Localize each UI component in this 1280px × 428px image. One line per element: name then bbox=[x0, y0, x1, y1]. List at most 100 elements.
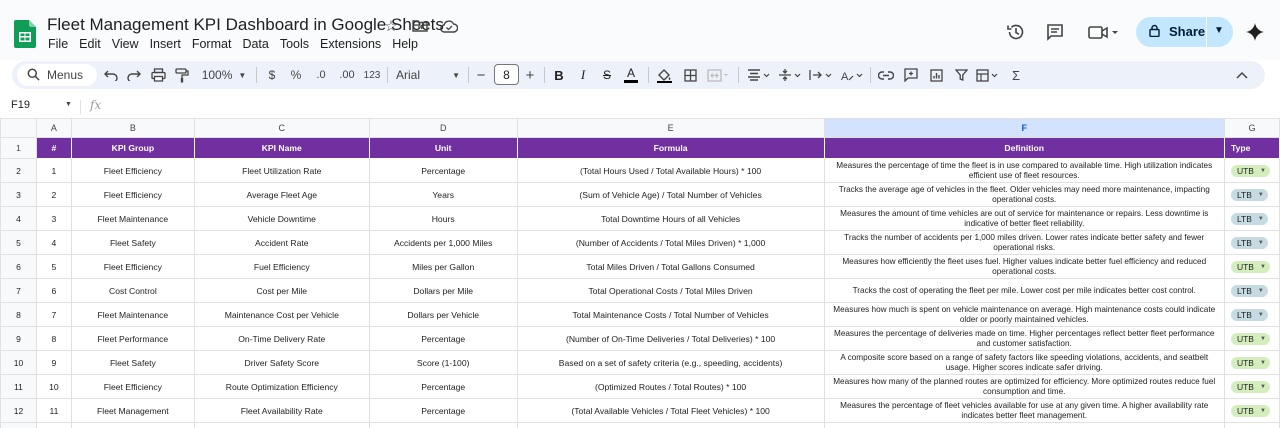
empty-cell[interactable] bbox=[35, 422, 72, 428]
menu-help[interactable]: Help bbox=[392, 37, 418, 51]
decrease-font-size-button[interactable]: − bbox=[475, 66, 487, 84]
cell-number[interactable]: 3 bbox=[35, 206, 72, 231]
zoom-select[interactable]: 100% ▼ bbox=[200, 66, 248, 84]
cell-unit[interactable]: Accidents per 1,000 Miles bbox=[368, 230, 518, 255]
currency-format-button[interactable]: $ bbox=[265, 66, 279, 84]
cell-kpi-name[interactable]: Fleet Availability Rate bbox=[193, 398, 370, 423]
cell-unit[interactable]: Percentage bbox=[368, 398, 518, 423]
row-header[interactable]: 9 bbox=[0, 326, 37, 351]
cell-definition[interactable]: Measures the percentage of fleet vehicle… bbox=[823, 398, 1225, 423]
cell-type[interactable]: UTB ▼ bbox=[1223, 158, 1280, 183]
row-header[interactable]: 3 bbox=[0, 182, 37, 207]
paint-format-icon[interactable] bbox=[173, 66, 191, 84]
cell-type[interactable]: UTB ▼ bbox=[1223, 374, 1280, 399]
cell-type[interactable]: UTB ▼ bbox=[1223, 326, 1280, 351]
redo-icon[interactable] bbox=[125, 66, 143, 84]
cell-unit[interactable]: Dollars per Mile bbox=[368, 278, 518, 303]
row-header[interactable]: 6 bbox=[0, 254, 37, 279]
name-box-dropdown-icon[interactable]: ▼ bbox=[65, 101, 72, 108]
cell-type[interactable]: UTB ▼ bbox=[1223, 398, 1280, 423]
text-wrapping-icon[interactable] bbox=[808, 66, 834, 84]
header-cell-unit[interactable]: Unit bbox=[368, 137, 518, 159]
header-cell-number[interactable]: # bbox=[35, 137, 72, 159]
text-color-icon[interactable]: A bbox=[624, 66, 638, 84]
cell-kpi-group[interactable]: Fleet Efficiency bbox=[70, 254, 195, 279]
menu-view[interactable]: View bbox=[112, 37, 139, 51]
name-box[interactable]: F19 bbox=[11, 99, 30, 111]
column-header-b[interactable]: B bbox=[70, 118, 195, 138]
insert-comment-icon[interactable] bbox=[902, 66, 920, 84]
cell-kpi-name[interactable]: Accident Rate bbox=[193, 230, 370, 255]
row-header[interactable]: 5 bbox=[0, 230, 37, 255]
cell-kpi-name[interactable]: Vehicle Downtime bbox=[193, 206, 370, 231]
cell-definition[interactable]: Tracks the cost of operating the fleet p… bbox=[823, 278, 1225, 303]
cell-number[interactable]: 10 bbox=[35, 374, 72, 399]
row-header[interactable]: 8 bbox=[0, 302, 37, 327]
cell-kpi-name[interactable]: On-Time Delivery Rate bbox=[193, 326, 370, 351]
font-family-select[interactable]: Arial ▼ bbox=[396, 66, 460, 84]
empty-cell[interactable] bbox=[823, 422, 1225, 428]
menus-search[interactable]: Menus bbox=[17, 64, 97, 86]
cell-unit[interactable]: Miles per Gallon bbox=[368, 254, 518, 279]
column-header-d[interactable]: D bbox=[368, 118, 518, 138]
empty-cell[interactable] bbox=[193, 422, 370, 428]
cell-number[interactable]: 8 bbox=[35, 326, 72, 351]
cloud-status-icon[interactable] bbox=[440, 17, 458, 35]
header-cell-formula[interactable]: Formula bbox=[516, 137, 825, 159]
comments-icon[interactable] bbox=[1043, 20, 1067, 44]
share-button[interactable]: Share ▼ bbox=[1136, 17, 1233, 47]
cell-number[interactable]: 5 bbox=[35, 254, 72, 279]
increase-decimal-button[interactable]: .00 bbox=[338, 66, 356, 84]
percent-format-button[interactable]: % bbox=[289, 66, 303, 84]
merge-cells-icon[interactable] bbox=[706, 66, 730, 84]
cell-number[interactable]: 4 bbox=[35, 230, 72, 255]
cell-number[interactable]: 7 bbox=[35, 302, 72, 327]
row-header[interactable]: 2 bbox=[0, 158, 37, 183]
cell-formula[interactable]: Total Miles Driven / Total Gallons Consu… bbox=[516, 254, 825, 279]
text-rotation-icon[interactable]: A bbox=[839, 66, 865, 84]
cell-kpi-name[interactable]: Maintenance Cost per Vehicle bbox=[193, 302, 370, 327]
sheets-logo-icon[interactable] bbox=[14, 20, 36, 48]
cell-number[interactable]: 9 bbox=[35, 350, 72, 375]
cell-kpi-name[interactable]: Route Optimization Efficiency bbox=[193, 374, 370, 399]
type-dropdown-chip[interactable]: LTB ▼ bbox=[1230, 188, 1268, 201]
cell-definition[interactable]: Tracks the number of accidents per 1,000… bbox=[823, 230, 1225, 255]
bold-icon[interactable]: B bbox=[552, 66, 566, 84]
empty-cell[interactable] bbox=[516, 422, 825, 428]
cell-kpi-group[interactable]: Fleet Maintenance bbox=[70, 302, 195, 327]
insert-chart-icon[interactable] bbox=[927, 66, 945, 84]
move-folder-icon[interactable] bbox=[411, 17, 429, 35]
type-dropdown-chip[interactable]: LTB ▼ bbox=[1230, 308, 1268, 321]
cell-number[interactable]: 11 bbox=[35, 398, 72, 423]
menu-format[interactable]: Format bbox=[192, 37, 232, 51]
strikethrough-icon[interactable]: S bbox=[600, 66, 614, 84]
cell-unit[interactable]: Hours bbox=[368, 206, 518, 231]
empty-cell[interactable] bbox=[368, 422, 518, 428]
cell-unit[interactable]: Score (1-100) bbox=[368, 350, 518, 375]
cell-unit[interactable]: Dollars per Vehicle bbox=[368, 302, 518, 327]
empty-cell[interactable] bbox=[70, 422, 195, 428]
type-dropdown-chip[interactable]: UTB ▼ bbox=[1230, 404, 1270, 417]
column-header-f[interactable]: F bbox=[823, 118, 1225, 138]
cell-formula[interactable]: (Number of On-Time Deliveries / Total De… bbox=[516, 326, 825, 351]
print-icon[interactable] bbox=[149, 66, 167, 84]
cell-type[interactable]: LTB ▼ bbox=[1223, 182, 1280, 207]
filter-views-icon[interactable] bbox=[975, 66, 1001, 84]
column-header-a[interactable]: A bbox=[35, 118, 72, 138]
cell-definition[interactable]: Tracks the average age of vehicles in th… bbox=[823, 182, 1225, 207]
cell-unit[interactable]: Years bbox=[368, 182, 518, 207]
cell-definition[interactable]: Measures the percentage of time the flee… bbox=[823, 158, 1225, 183]
cell-number[interactable]: 1 bbox=[35, 158, 72, 183]
type-dropdown-chip[interactable]: UTB ▼ bbox=[1230, 260, 1270, 273]
cell-kpi-group[interactable]: Cost Control bbox=[70, 278, 195, 303]
cell-formula[interactable]: (Optimized Routes / Total Routes) * 100 bbox=[516, 374, 825, 399]
share-dropdown-icon[interactable]: ▼ bbox=[1214, 25, 1224, 36]
row-header[interactable]: 13 bbox=[0, 422, 37, 428]
type-dropdown-chip[interactable]: LTB ▼ bbox=[1230, 236, 1268, 249]
cell-number[interactable]: 6 bbox=[35, 278, 72, 303]
row-header[interactable]: 11 bbox=[0, 374, 37, 399]
functions-icon[interactable]: Σ bbox=[1009, 66, 1023, 84]
cell-formula[interactable]: (Number of Accidents / Total Miles Drive… bbox=[516, 230, 825, 255]
cell-formula[interactable]: Total Maintenance Costs / Total Number o… bbox=[516, 302, 825, 327]
increase-font-size-button[interactable]: + bbox=[524, 66, 536, 84]
